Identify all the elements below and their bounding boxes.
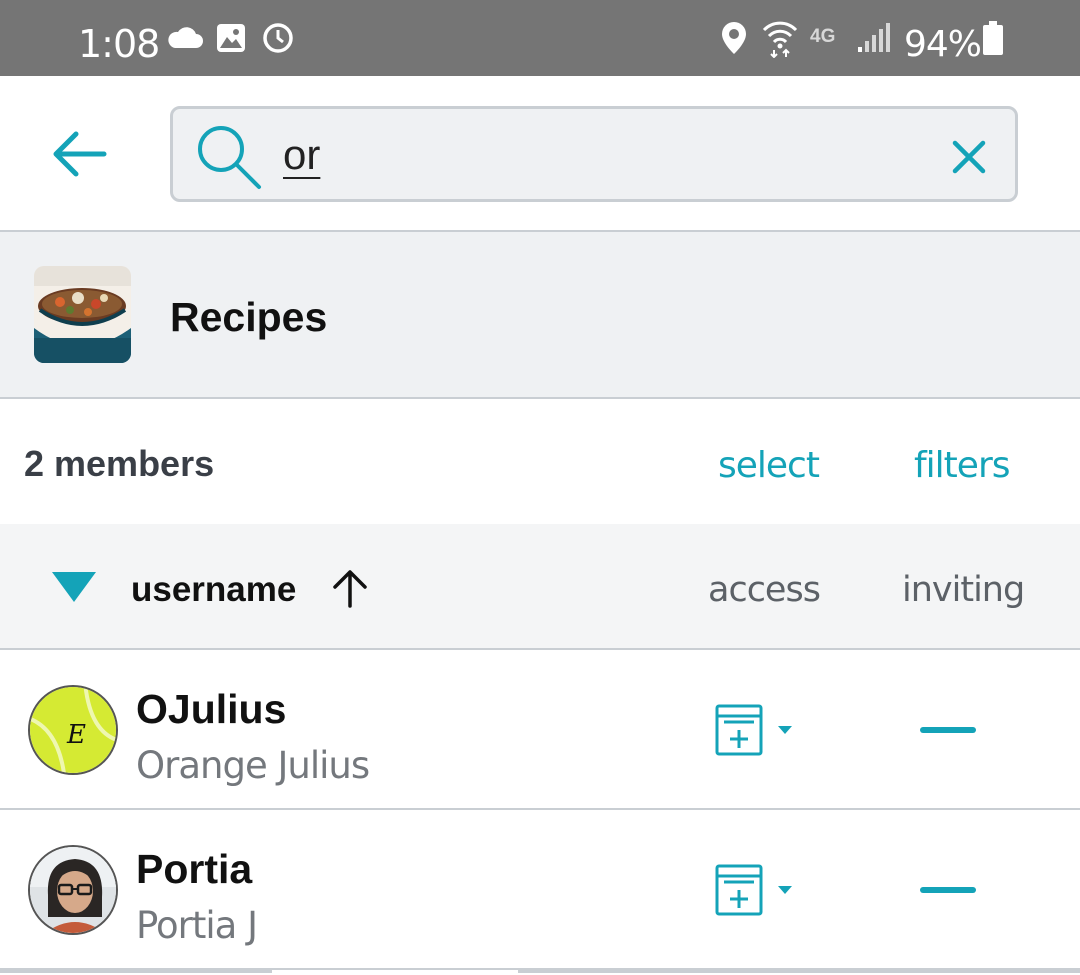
avatar [28, 845, 118, 935]
avatar-letter: E [66, 720, 86, 750]
signal-icon [856, 0, 890, 76]
arrow-up-icon [333, 570, 367, 608]
back-button[interactable] [50, 128, 110, 180]
member-fullname: Orange Julius [136, 744, 370, 787]
search-icon [198, 126, 261, 189]
search-box[interactable] [170, 106, 1018, 202]
image-icon [216, 0, 246, 76]
member-username: Portia [136, 846, 253, 892]
member-row[interactable]: Portia Portia J [0, 810, 1080, 970]
search-input[interactable] [283, 123, 923, 187]
divider [0, 969, 272, 973]
group-thumbnail [34, 266, 131, 363]
group-row[interactable]: Recipes [0, 232, 1080, 399]
close-icon [952, 140, 986, 174]
inviting-none-indicator [920, 887, 976, 893]
access-dropdown[interactable] [714, 704, 798, 758]
location-icon [720, 0, 748, 76]
triangle-down-icon [52, 572, 96, 602]
divider [518, 969, 1080, 973]
sort-toggle[interactable] [331, 568, 369, 608]
collapse-toggle[interactable] [52, 572, 96, 602]
search-header [0, 76, 1080, 232]
wifi-icon [762, 0, 798, 76]
status-time: 1:08 [78, 22, 160, 66]
column-access[interactable]: access [708, 570, 821, 610]
battery-percent: 94% [904, 24, 982, 65]
member-username: OJulius [136, 686, 287, 732]
alarm-icon [262, 0, 294, 76]
network-type: 4G [810, 26, 836, 47]
doc-add-icon [715, 864, 792, 916]
access-dropdown[interactable] [714, 864, 798, 918]
select-button[interactable]: select [718, 445, 820, 486]
inviting-none-indicator [920, 727, 976, 733]
filters-button[interactable]: filters [914, 445, 1010, 486]
member-fullname: Portia J [136, 904, 258, 947]
arrow-left-icon [53, 131, 107, 177]
group-name: Recipes [170, 294, 328, 340]
avatar: E [28, 685, 118, 775]
cloud-icon [166, 0, 204, 76]
members-bar: 2 members select filters [0, 399, 1080, 524]
column-header: username access inviting [0, 524, 1080, 650]
clear-search-button[interactable] [949, 137, 989, 177]
status-bar: 1:08 4G 94% [0, 0, 1080, 76]
tennis-ball-avatar: E [30, 687, 116, 773]
battery-icon [982, 0, 1004, 76]
column-username[interactable]: username [131, 570, 296, 610]
column-inviting[interactable]: inviting [902, 570, 1025, 610]
members-count: 2 members [24, 443, 215, 484]
photo-avatar [30, 847, 116, 933]
member-row[interactable]: E OJulius Orange Julius [0, 650, 1080, 810]
doc-add-icon [715, 704, 792, 756]
